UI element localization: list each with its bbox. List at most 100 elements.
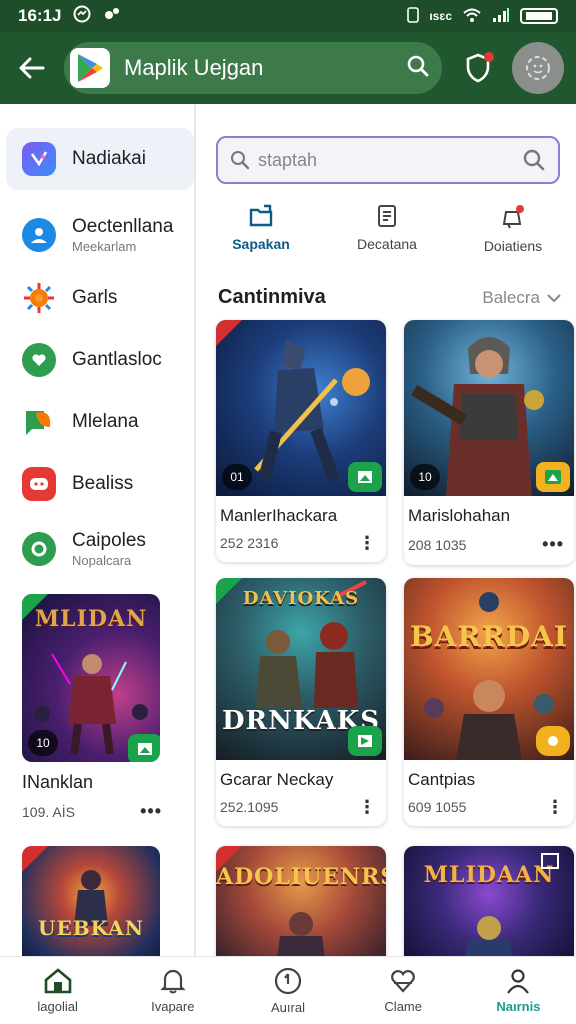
person-icon	[22, 218, 56, 252]
compass-icon	[274, 967, 302, 995]
status-bar: 16:1J ısɛc	[0, 0, 576, 32]
game-meta: 252 2316	[220, 535, 279, 551]
rating-badge: 10	[28, 730, 58, 756]
sidebar-game-card[interactable]: MLIDAN 10 INanklan 109. AİS •••	[22, 594, 162, 822]
status-network-text: ısɛc	[429, 9, 452, 23]
bottom-navigation: lagolial Ivapare Auıral Clame Naırnis	[0, 956, 576, 1024]
game-card[interactable]: MLIDAAN	[404, 846, 574, 956]
nav-label: Auıral	[271, 1000, 305, 1015]
sidebar-item-label: Oectenllana	[72, 216, 174, 237]
more-vert-icon[interactable]: ⋮	[546, 798, 564, 816]
game-meta: 609 1055	[408, 799, 467, 815]
game-card[interactable]: ADOLIUENRS	[216, 846, 386, 956]
sidebar-item-mlelana[interactable]: Mlelana	[6, 402, 194, 442]
section-title: Cantinmiva	[218, 286, 326, 308]
notification-dot	[484, 52, 494, 62]
nav-label: Clame	[384, 999, 422, 1014]
sidebar-item-nadiakai[interactable]: Nadiakai	[6, 128, 194, 190]
chat-heart-icon	[22, 343, 56, 377]
nav-item-aural[interactable]: Auıral	[230, 957, 345, 1024]
more-vert-icon[interactable]: ⋮	[358, 798, 376, 816]
game-meta: 252.1095	[220, 799, 279, 815]
battery-icon	[520, 8, 558, 24]
sidebar-item-gantlasloc[interactable]: Gantlasloc	[6, 340, 194, 380]
game-art: BARRDAI	[404, 578, 574, 760]
game-art: 10	[404, 320, 574, 496]
notification-icon	[502, 205, 524, 229]
search-placeholder: staptah	[258, 149, 318, 170]
game-art: 01	[216, 320, 386, 496]
leaf-chat-icon	[22, 405, 56, 439]
bell-icon	[160, 969, 186, 994]
nav-label: lagolial	[37, 999, 78, 1014]
game-card[interactable]: BARRDAI Cantpias 609 1055 ⋮	[404, 578, 574, 826]
search-field[interactable]: staptah	[216, 136, 560, 184]
account-avatar-button[interactable]	[512, 42, 564, 94]
tab-sapakan[interactable]: Sapakan	[206, 204, 316, 270]
person-icon	[507, 969, 530, 994]
status-time: 16:1J	[18, 6, 62, 25]
chat-circle-icon	[22, 532, 56, 566]
install-badge-icon	[348, 462, 382, 492]
game-art: MLIDAAN	[404, 846, 574, 956]
nav-item-ivapare[interactable]: Ivapare	[115, 957, 230, 1024]
messenger-icon	[73, 5, 91, 28]
more-options-icon[interactable]: •••	[140, 801, 162, 822]
play-protect-button[interactable]	[460, 50, 496, 86]
install-badge-icon	[536, 462, 570, 492]
nav-item-clame[interactable]: Clame	[346, 957, 461, 1024]
nav-item-lagolial[interactable]: lagolial	[0, 957, 115, 1024]
sort-dropdown[interactable]: Balecra	[482, 288, 562, 308]
rating-badge: 01	[222, 464, 252, 490]
sidebar-item-sub: Nopalcara	[72, 553, 132, 568]
sidebar-item-caipoles[interactable]: Caipoles Nopalcara	[6, 522, 194, 576]
section-header: Cantinmiva Balecra	[218, 286, 562, 309]
rating-badge: 10	[410, 464, 440, 490]
main-content: staptah Sapakan Decatana Doiatiens Canti…	[198, 104, 576, 956]
sidebar-item-oectenllana[interactable]: Oectenllana Meekarlam	[6, 208, 194, 262]
game-title: INanklan	[22, 772, 94, 792]
sidebar-item-bealiss[interactable]: Bealiss	[6, 464, 194, 504]
game-card[interactable]: 01 ManlerIhackara 252 2316 ⋮	[216, 320, 386, 562]
home-icon	[44, 968, 71, 994]
sidebar-item-garls[interactable]: Garls	[6, 278, 194, 318]
more-options-icon[interactable]: •••	[542, 534, 564, 555]
search-icon	[231, 151, 250, 170]
search-icon[interactable]	[406, 54, 430, 83]
sidebar-item-label: Bealiss	[72, 473, 134, 494]
nav-item-nairnis[interactable]: Naırnis	[461, 957, 576, 1024]
app-search-bar[interactable]: Maplik Uejgan	[64, 42, 442, 94]
art-title-top: DAVIOKAS	[242, 588, 360, 609]
game-meta: 109. AİS	[22, 803, 75, 820]
sidebar-game-card[interactable]: UEBKAN	[22, 846, 162, 956]
play-store-icon	[70, 48, 110, 88]
sidebar-item-label: Garls	[72, 287, 118, 308]
tab-decatana[interactable]: Decatana	[332, 204, 442, 270]
game-art: DAVIOKAS DRNKAKS	[216, 578, 386, 760]
game-card[interactable]: DAVIOKAS DRNKAKS Gcarar Neckay 252.1095 …	[216, 578, 386, 826]
folder-icon	[249, 204, 273, 227]
sidebar-item-label: Nadiakai	[72, 148, 146, 169]
sidebar: Nadiakai Oectenllana Meekarlam Garls Gan…	[0, 104, 196, 956]
sidebar-item-sub: Meekarlam	[72, 239, 137, 254]
game-title: Cantpias	[408, 770, 476, 789]
app-bar: Maplik Uejgan	[0, 32, 576, 104]
tab-doiatiens[interactable]: Doiatiens	[458, 204, 568, 270]
sidebar-item-label: Mlelana	[72, 411, 139, 432]
game-art: UEBKAN	[22, 846, 160, 956]
sidebar-item-label: Caipoles	[72, 530, 146, 551]
game-meta: 208 1035	[408, 536, 467, 553]
app-bar-title: Maplik Uejgan	[124, 55, 264, 80]
chevron-down-icon	[547, 293, 561, 302]
app-notification-icon	[103, 5, 121, 28]
more-vert-icon[interactable]: ⋮	[358, 534, 376, 552]
tab-label: Decatana	[357, 236, 417, 252]
message-icon	[22, 467, 56, 501]
signal-icon	[492, 7, 510, 26]
game-card[interactable]: 10 Marislohahan 208 1035 •••	[404, 320, 574, 565]
tab-label: Sapakan	[232, 236, 290, 252]
install-badge-icon	[128, 734, 160, 762]
back-button[interactable]	[14, 50, 50, 86]
wifi-icon	[462, 7, 482, 26]
nfc-icon	[407, 6, 420, 26]
